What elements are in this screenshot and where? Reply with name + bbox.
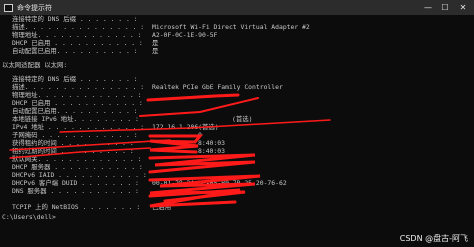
terminal-icon — [4, 3, 13, 12]
field-value: Realtek PCIe GbE Family Controller — [152, 83, 283, 91]
field-value: 00-01-28-3A-5C-B5-B0-7B-25-20-76-62 — [152, 179, 287, 187]
adapter-header: 以太网适配器 以太网: — [2, 61, 67, 70]
command-prompt[interactable]: C:\Users\dell> — [2, 213, 56, 222]
field-value: 是 — [152, 47, 159, 55]
close-icon[interactable]: ✕ — [455, 0, 471, 15]
field-label: TCPIP 上的 NetBIOS . . . . . . . : — [12, 203, 141, 211]
field-value: A2-0F-0C-1E-90-5F — [152, 31, 218, 39]
console-output[interactable]: 连接特定的 DNS 后缀 . . . . . . . : 描述. . . . .… — [0, 15, 474, 247]
prompt-text: C:\Users\dell> — [2, 213, 56, 221]
title-bar: 命令提示符 — ☐ ✕ — [0, 0, 474, 15]
adapter-header-text: 以太网适配器 以太网: — [2, 61, 68, 69]
console-line: TCPIP 上的 NetBIOS . . . . . . . : 已启用 — [2, 203, 171, 212]
minimize-icon[interactable]: — — [420, 0, 436, 15]
console-line: 自动配置已启用. . . . . . . . . . : 是 — [2, 47, 158, 56]
field-value: 已启用 — [152, 203, 172, 211]
window-title: 命令提示符 — [17, 3, 52, 12]
field-value: 8:40:03 — [198, 147, 225, 155]
field-label: 自动配置已启用. . . . . . . . . . : — [12, 47, 138, 55]
field-label: DNS 服务器 . . . . . . . . . . . : — [12, 187, 139, 195]
maximize-icon[interactable]: ☐ — [437, 0, 453, 15]
field-value: 172.16.1.206(首选) — [152, 123, 219, 131]
field-value: (首选) — [232, 115, 253, 123]
watermark: CSDN @盘古-阿飞 — [399, 234, 468, 243]
